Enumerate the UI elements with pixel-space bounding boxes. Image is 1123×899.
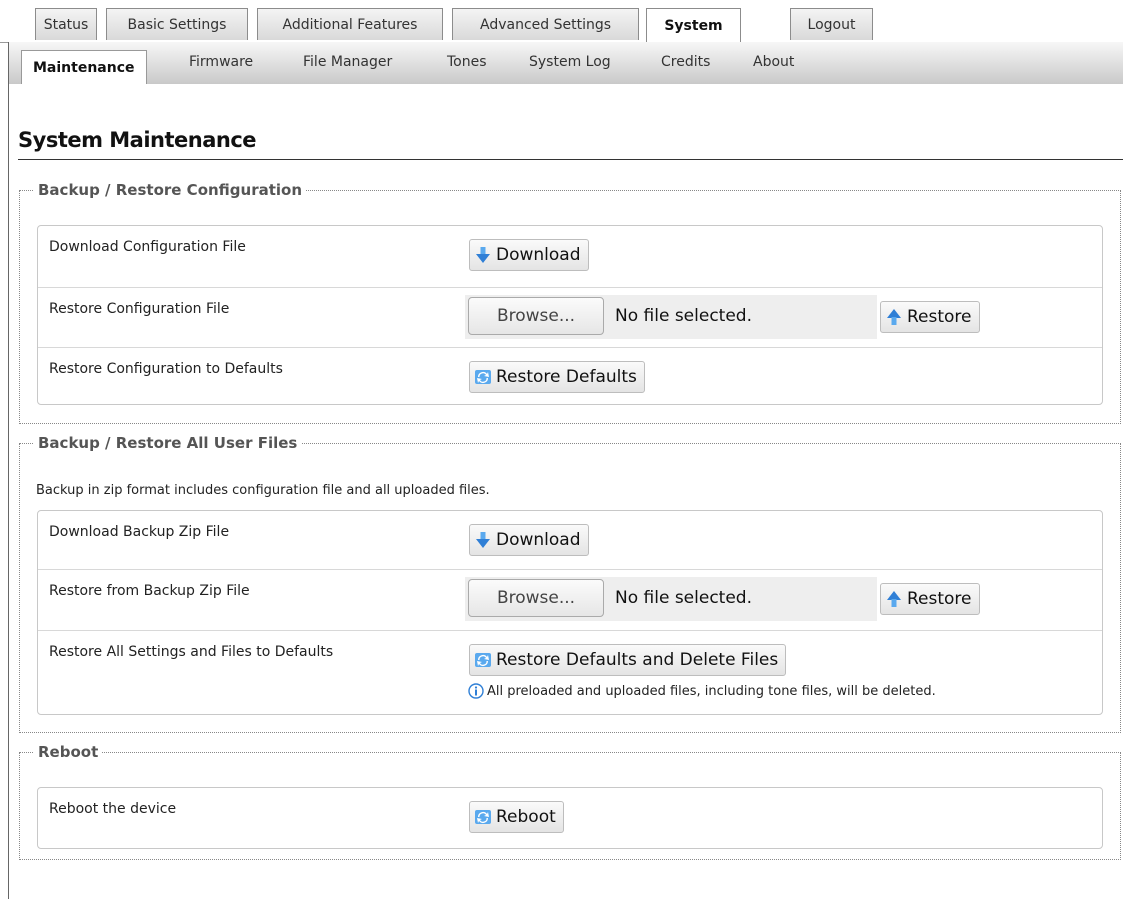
section-backup-restore-config: Backup / Restore Configuration Download … <box>19 181 1121 424</box>
section-legend-userfiles: Backup / Restore All User Files <box>38 434 298 452</box>
button-label: Download <box>496 245 581 265</box>
config-table: Download Configuration File Download Res… <box>37 225 1103 405</box>
row-label: Restore from Backup Zip File <box>49 583 250 599</box>
top-tab-bar: Status Basic Settings Additional Feature… <box>0 0 1123 43</box>
config-file-input[interactable]: Browse... No file selected. <box>465 295 877 339</box>
content-left-border <box>8 84 9 899</box>
row-restore-defaults: Restore Configuration to Defaults Restor… <box>38 347 1102 404</box>
button-label: Reboot <box>496 807 556 827</box>
upload-arrow-icon <box>887 309 901 325</box>
button-label: Restore <box>907 589 972 609</box>
tab-status[interactable]: Status <box>35 8 97 40</box>
subtab-tones[interactable]: Tones <box>447 54 487 70</box>
info-icon <box>468 683 484 699</box>
restore-defaults-delete-files-button[interactable]: Restore Defaults and Delete Files <box>469 644 787 676</box>
row-download-config: Download Configuration File Download <box>38 226 1102 287</box>
row-label: Reboot the device <box>49 801 177 817</box>
refresh-icon <box>475 370 491 384</box>
subtab-credits[interactable]: Credits <box>661 54 710 70</box>
subtab-maintenance[interactable]: Maintenance <box>21 50 147 84</box>
button-label: Restore Defaults <box>496 367 637 387</box>
reboot-table: Reboot the device Reboot <box>37 787 1103 849</box>
refresh-icon <box>475 653 491 667</box>
upload-arrow-icon <box>887 591 901 607</box>
browse-button[interactable]: Browse... <box>468 297 604 335</box>
row-label: Restore Configuration to Defaults <box>49 361 283 377</box>
tab-system[interactable]: System <box>646 8 741 42</box>
refresh-icon <box>475 810 491 824</box>
tab-basic-settings[interactable]: Basic Settings <box>106 8 248 40</box>
userfiles-table: Download Backup Zip File Download Restor… <box>37 510 1103 715</box>
restore-config-button[interactable]: Restore <box>880 301 980 333</box>
tab-logout[interactable]: Logout <box>790 8 873 40</box>
section-legend-config: Backup / Restore Configuration <box>38 181 303 199</box>
tab-advanced-settings[interactable]: Advanced Settings <box>452 8 639 40</box>
browse-button[interactable]: Browse... <box>468 579 604 617</box>
delete-warning: All preloaded and uploaded files, includ… <box>468 683 936 699</box>
download-config-button[interactable]: Download <box>469 239 589 271</box>
button-label: Restore Defaults and Delete Files <box>496 650 779 670</box>
button-label: Download <box>496 530 581 550</box>
file-status: No file selected. <box>615 588 752 608</box>
download-backup-button[interactable]: Download <box>469 524 589 556</box>
button-label: Restore <box>907 307 972 327</box>
section-reboot: Reboot Reboot the device Reboot <box>19 743 1121 860</box>
reboot-button[interactable]: Reboot <box>469 801 564 833</box>
row-label: Download Configuration File <box>49 239 246 255</box>
file-status: No file selected. <box>615 306 752 326</box>
row-restore-config: Restore Configuration File Browse... No … <box>38 287 1102 347</box>
subtab-about[interactable]: About <box>753 54 794 70</box>
row-download-backup: Download Backup Zip File Download <box>38 511 1102 569</box>
row-label: Download Backup Zip File <box>49 524 230 540</box>
userfiles-note: Backup in zip format includes configurat… <box>36 483 490 498</box>
title-divider <box>18 159 1123 160</box>
restore-backup-button[interactable]: Restore <box>880 583 980 615</box>
subtab-system-log[interactable]: System Log <box>529 54 611 70</box>
subtab-file-manager[interactable]: File Manager <box>303 54 392 70</box>
restore-defaults-button[interactable]: Restore Defaults <box>469 361 645 393</box>
row-label: Restore Configuration File <box>49 301 230 317</box>
section-backup-restore-user-files: Backup / Restore All User Files Backup i… <box>19 434 1121 733</box>
warning-text: All preloaded and uploaded files, includ… <box>487 683 936 699</box>
backup-file-input[interactable]: Browse... No file selected. <box>465 577 877 621</box>
subtab-firmware[interactable]: Firmware <box>189 54 253 70</box>
row-restore-all-defaults: Restore All Settings and Files to Defaul… <box>38 630 1102 714</box>
section-legend-reboot: Reboot <box>38 743 99 761</box>
row-restore-backup: Restore from Backup Zip File Browse... N… <box>38 569 1102 630</box>
page-title: System Maintenance <box>18 128 257 152</box>
row-reboot: Reboot the device Reboot <box>38 788 1102 848</box>
download-arrow-icon <box>476 247 490 263</box>
row-label: Restore All Settings and Files to Defaul… <box>49 644 334 660</box>
tab-additional-features[interactable]: Additional Features <box>257 8 443 40</box>
download-arrow-icon <box>476 532 490 548</box>
sub-tab-bar: Maintenance Firmware File Manager Tones … <box>8 42 1123 84</box>
